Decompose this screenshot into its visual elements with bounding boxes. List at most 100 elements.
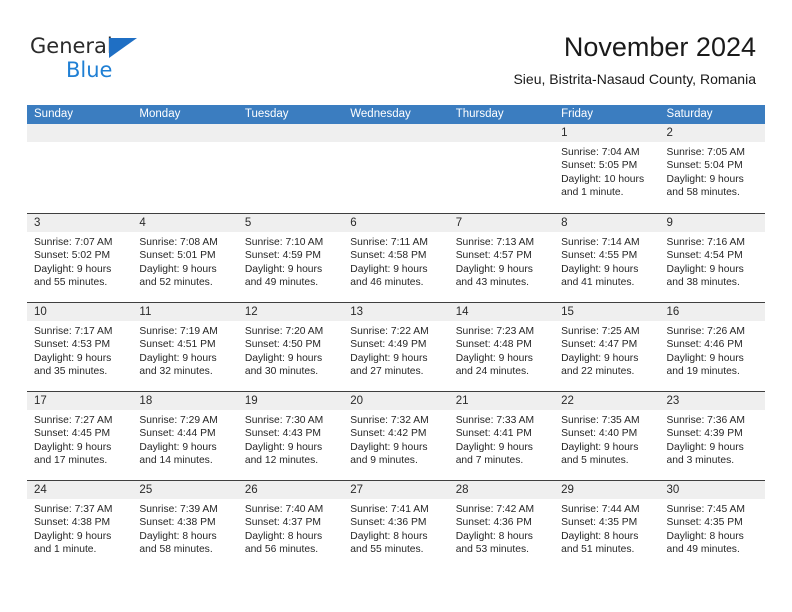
calendar-day-cell[interactable]: 13 Sunrise: 7:22 AM Sunset: 4:49 PM Dayligh…	[343, 303, 449, 391]
page-title: November 2024	[563, 32, 756, 62]
calendar-day-cell[interactable]: 21 Sunrise: 7:33 AM Sunset: 4:41 PM Dayligh…	[448, 392, 555, 480]
daylight-text-line2: and 19 minutes.	[666, 366, 740, 378]
daylight-text-line1: Daylight: 9 hours	[244, 263, 323, 275]
day-number: 1	[554, 124, 660, 142]
calendar-day-cell-empty	[237, 124, 344, 213]
daylight-text-line1: Daylight: 8 hours	[244, 530, 323, 542]
day-details: Sunrise: 7:30 AM Sunset: 4:43 PM Daylight:…	[238, 410, 343, 468]
calendar-day-cell[interactable]: 4 Sunrise: 7:08 AM Sunset: 5:01 PM Daylight…	[132, 214, 238, 302]
calendar-day-cell[interactable]: 10 Sunrise: 7:17 AM Sunset: 4:53 PM Dayligh…	[27, 303, 133, 391]
calendar-day-cell[interactable]: 11 Sunrise: 7:19 AM Sunset: 4:51 PM Dayligh…	[132, 303, 238, 391]
daylight-text-line2: and 7 minutes.	[455, 455, 524, 467]
calendar-day-cell[interactable]: 23 Sunrise: 7:36 AM Sunset: 4:39 PM Dayligh…	[659, 392, 765, 480]
day-number: 6	[343, 214, 449, 232]
sunset-text: Sunset: 4:41 PM	[455, 428, 532, 440]
general-blue-logo[interactable]: General Blue	[30, 34, 170, 84]
day-number: 11	[132, 303, 238, 321]
sunrise-text: Sunrise: 7:40 AM	[244, 504, 324, 515]
calendar-day-cell[interactable]: 24 Sunrise: 7:37 AM Sunset: 4:38 PM Dayligh…	[27, 481, 133, 569]
sunset-text: Sunset: 4:55 PM	[561, 250, 638, 262]
sunset-text: Sunset: 4:38 PM	[34, 517, 111, 529]
calendar-day-cell[interactable]: 25 Sunrise: 7:39 AM Sunset: 4:38 PM Dayligh…	[132, 481, 238, 569]
calendar-day-cell[interactable]: 30 Sunrise: 7:45 AM Sunset: 4:35 PM Dayligh…	[659, 481, 765, 569]
calendar-day-cell[interactable]: 22 Sunrise: 7:35 AM Sunset: 4:40 PM Dayligh…	[554, 392, 660, 480]
calendar-day-cell[interactable]: 18 Sunrise: 7:29 AM Sunset: 4:44 PM Dayligh…	[132, 392, 238, 480]
calendar-day-cell[interactable]: 29 Sunrise: 7:44 AM Sunset: 4:35 PM Dayligh…	[554, 481, 660, 569]
daylight-text-line2: and 9 minutes.	[350, 455, 418, 467]
daylight-text-line1: Daylight: 9 hours	[34, 352, 112, 364]
daylight-text-line1: Daylight: 9 hours	[139, 352, 217, 364]
daylight-text-line2: and 43 minutes.	[455, 277, 529, 289]
sunset-text: Sunset: 4:53 PM	[34, 339, 111, 351]
weekday-header-saturday: Saturday	[666, 108, 713, 120]
day-number: 16	[659, 303, 765, 321]
calendar-week-row: 3 Sunrise: 7:07 AM Sunset: 5:02 PM Daylight…	[27, 213, 765, 302]
daylight-text-line2: and 3 minutes.	[666, 455, 735, 467]
calendar-day-cell[interactable]: 7 Sunrise: 7:13 AM Sunset: 4:57 PM Daylight…	[448, 214, 555, 302]
day-number: 4	[132, 214, 238, 232]
calendar-body: 1 Sunrise: 7:04 AM Sunset: 5:05 PM Daylight…	[27, 124, 765, 569]
calendar-day-cell[interactable]: 20 Sunrise: 7:32 AM Sunset: 4:42 PM Dayligh…	[343, 392, 449, 480]
day-number: 21	[448, 392, 555, 410]
daylight-text-line2: and 51 minutes.	[561, 544, 635, 556]
sunrise-text: Sunrise: 7:35 AM	[561, 415, 640, 426]
daylight-text-line1: Daylight: 9 hours	[455, 352, 533, 364]
calendar-day-cell[interactable]: 3 Sunrise: 7:07 AM Sunset: 5:02 PM Daylight…	[27, 214, 133, 302]
sunrise-text: Sunrise: 7:20 AM	[244, 326, 324, 337]
day-details: Sunrise: 7:14 AM Sunset: 4:55 PM Daylight:…	[554, 232, 659, 290]
daylight-text-line2: and 38 minutes.	[666, 277, 740, 289]
sunrise-text: Sunrise: 7:19 AM	[139, 326, 218, 337]
daylight-text-line1: Daylight: 9 hours	[244, 352, 323, 364]
day-number: 20	[343, 392, 449, 410]
calendar-day-cell[interactable]: 27 Sunrise: 7:41 AM Sunset: 4:36 PM Dayligh…	[343, 481, 449, 569]
sunset-text: Sunset: 4:37 PM	[244, 517, 321, 529]
sunrise-text: Sunrise: 7:32 AM	[350, 415, 429, 426]
calendar-day-cell[interactable]: 19 Sunrise: 7:30 AM Sunset: 4:43 PM Dayligh…	[237, 392, 344, 480]
daylight-text-line2: and 1 minute.	[34, 544, 97, 556]
daylight-text-line2: and 14 minutes.	[139, 455, 213, 467]
sunset-text: Sunset: 4:57 PM	[455, 250, 532, 262]
day-details: Sunrise: 7:42 AM Sunset: 4:36 PM Daylight:…	[449, 499, 554, 557]
sunrise-text: Sunrise: 7:39 AM	[139, 504, 218, 515]
calendar-day-cell[interactable]: 17 Sunrise: 7:27 AM Sunset: 4:45 PM Dayligh…	[27, 392, 133, 480]
daylight-text-line2: and 46 minutes.	[350, 277, 424, 289]
daylight-text-line2: and 58 minutes.	[139, 544, 213, 556]
calendar-day-cell[interactable]: 9 Sunrise: 7:16 AM Sunset: 4:54 PM Daylight…	[659, 214, 765, 302]
daylight-text-line2: and 1 minute.	[561, 187, 624, 199]
calendar-day-cell[interactable]: 5 Sunrise: 7:10 AM Sunset: 4:59 PM Daylight…	[237, 214, 344, 302]
daylight-text-line2: and 55 minutes.	[34, 277, 108, 289]
calendar-day-cell[interactable]: 8 Sunrise: 7:14 AM Sunset: 4:55 PM Daylight…	[554, 214, 660, 302]
calendar-day-cell[interactable]: 28 Sunrise: 7:42 AM Sunset: 4:36 PM Dayligh…	[448, 481, 555, 569]
sunset-text: Sunset: 4:59 PM	[244, 250, 321, 262]
calendar-week-row: 1 Sunrise: 7:04 AM Sunset: 5:05 PM Daylight…	[27, 124, 765, 213]
location-subtitle: Sieu, Bistrita-Nasaud County, Romania	[513, 71, 756, 87]
day-details: Sunrise: 7:35 AM Sunset: 4:40 PM Daylight:…	[554, 410, 659, 468]
calendar-day-cell[interactable]: 15 Sunrise: 7:25 AM Sunset: 4:47 PM Dayligh…	[554, 303, 660, 391]
day-number: 12	[237, 303, 344, 321]
day-details: Sunrise: 7:25 AM Sunset: 4:47 PM Daylight:…	[554, 321, 659, 379]
sunset-text: Sunset: 4:36 PM	[455, 517, 532, 529]
sunrise-text: Sunrise: 7:08 AM	[139, 237, 218, 248]
page-header: General Blue November 2024 Sieu, Bistrit…	[0, 0, 792, 100]
weekday-header-tuesday: Tuesday	[244, 108, 289, 120]
sunset-text: Sunset: 4:39 PM	[666, 428, 743, 440]
sunrise-text: Sunrise: 7:22 AM	[350, 326, 429, 337]
calendar-day-cell[interactable]: 16 Sunrise: 7:26 AM Sunset: 4:46 PM Dayligh…	[659, 303, 765, 391]
day-number: 17	[27, 392, 133, 410]
day-details: Sunrise: 7:16 AM Sunset: 4:54 PM Daylight:…	[660, 232, 765, 290]
calendar-day-cell[interactable]: 2 Sunrise: 7:05 AM Sunset: 5:04 PM Daylight…	[659, 124, 765, 213]
day-details: Sunrise: 7:37 AM Sunset: 4:38 PM Daylight:…	[27, 499, 132, 557]
calendar-day-cell-empty	[132, 124, 238, 213]
calendar-day-cell[interactable]: 14 Sunrise: 7:23 AM Sunset: 4:48 PM Dayligh…	[448, 303, 555, 391]
daylight-text-line2: and 30 minutes.	[244, 366, 319, 378]
daylight-text-line2: and 27 minutes.	[350, 366, 424, 378]
calendar-day-cell[interactable]: 1 Sunrise: 7:04 AM Sunset: 5:05 PM Daylight…	[554, 124, 660, 213]
calendar-day-cell[interactable]: 12 Sunrise: 7:20 AM Sunset: 4:50 PM Dayligh…	[237, 303, 344, 391]
day-number: 27	[343, 481, 449, 499]
daylight-text-line1: Daylight: 8 hours	[350, 530, 428, 542]
sunset-text: Sunset: 4:40 PM	[561, 428, 638, 440]
calendar-day-cell[interactable]: 26 Sunrise: 7:40 AM Sunset: 4:37 PM Dayligh…	[237, 481, 344, 569]
daylight-text-line2: and 49 minutes.	[666, 544, 740, 556]
calendar-day-cell[interactable]: 6 Sunrise: 7:11 AM Sunset: 4:58 PM Daylight…	[343, 214, 449, 302]
sunset-text: Sunset: 4:35 PM	[666, 517, 743, 529]
